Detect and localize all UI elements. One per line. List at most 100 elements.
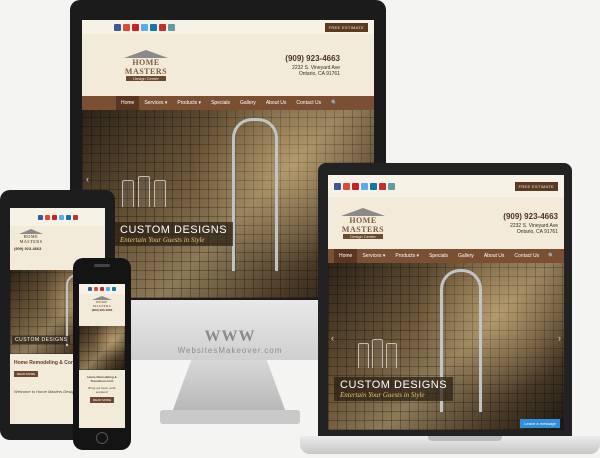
phone-number[interactable]: (909) 923-4663 [14,246,101,251]
linkedin-icon[interactable] [112,287,116,291]
imac-base [160,410,300,424]
twitter-icon[interactable] [361,182,368,190]
main-nav: Home Services ▾ Products ▾ Specials Gall… [328,249,564,263]
nav-home[interactable]: Home [334,249,358,263]
facebook-icon[interactable] [37,214,43,220]
facebook-icon[interactable] [334,182,341,190]
site-header: HOME MASTERS Design Center (909) 923-466… [328,197,564,249]
linkedin-icon[interactable] [150,23,157,31]
logo-brand: HOME MASTERS [19,234,43,244]
remodel-section: Home Remodeling & Transitions Inch Bring… [79,370,125,408]
hero-subtitle: Entertain Your Guests in Style [340,391,425,399]
wine-glass [122,180,134,207]
remodel-heading: Home Remodeling & Transitions Inch [87,375,117,383]
address-line-2: Ontario, CA 91761 [298,70,340,77]
search-icon[interactable]: 🔍 [326,96,342,110]
hero-title: CUSTOM DESIGNS [15,337,68,343]
top-bar [10,208,105,226]
logo-tagline: Design Center [343,233,383,239]
logo-brand: HOME MASTERS [92,300,111,308]
free-estimate-button[interactable]: FREE ESTIMATE [324,22,368,32]
nav-contact[interactable]: Contact Us [509,249,544,263]
social-icons [114,23,175,31]
address-line-1: 2232 S. Vineyard Ave [510,222,558,229]
slider-next-icon[interactable]: › [558,333,561,343]
hero-slider: ‹ › CUSTOM DESIGNS Entertain Your Guests… [328,263,564,430]
nav-specials[interactable]: Specials [424,249,453,263]
nav-home[interactable]: Home [116,96,140,110]
free-estimate-button[interactable]: FREE ESTIMATE [514,181,558,191]
site-logo[interactable]: HOME MASTERS Design Center [116,49,176,81]
houzz-icon[interactable] [168,23,175,31]
social-icons [334,182,395,190]
site-logo[interactable]: HOME MASTERS [14,229,48,244]
phone-screen: HOME MASTERS (909) 923-4663 Home Remodel… [79,284,125,428]
facebook-icon[interactable] [88,287,92,291]
site-header: HOME MASTERS (909) 923-4663 [79,294,125,326]
hero-slider [79,326,125,370]
nav-services[interactable]: Services ▾ [139,96,172,110]
nav-about[interactable]: About Us [261,96,292,110]
pinterest-icon[interactable] [132,23,139,31]
slider-prev-icon[interactable]: ‹ [331,333,334,343]
phone-speaker [94,264,110,267]
nav-specials[interactable]: Specials [206,96,235,110]
nav-gallery[interactable]: Gallery [235,96,261,110]
logo-tagline: Design Center [126,75,166,81]
hero-subtitle: Entertain Your Guests in Style [120,236,205,244]
wine-glass [386,343,397,368]
read-more-button[interactable]: READ MORE [14,371,39,377]
nav-products[interactable]: Products ▾ [172,96,206,110]
phone-home-button[interactable] [96,432,108,444]
phone-number[interactable]: (909) 923-4663 [285,54,340,63]
houzz-icon[interactable] [388,182,395,190]
twitter-icon[interactable] [106,287,110,291]
contact-info: (909) 923-4663 2232 S. Vineyard Ave Onta… [285,54,340,77]
address-line-2: Ontario, CA 91761 [516,228,558,235]
phone-number[interactable]: (909) 923-4663 [82,308,122,312]
watermark-logo: WWW [204,328,256,345]
nav-services[interactable]: Services ▾ [357,249,390,263]
imac-chin: WWW WebsitesMakeover.com [120,300,340,360]
pinterest-icon[interactable] [51,214,57,220]
nav-contact[interactable]: Contact Us [291,96,326,110]
laptop-notch [428,436,502,441]
pinterest-icon[interactable] [352,182,359,190]
google-plus-icon[interactable] [44,214,50,220]
logo-roof-icon [124,49,168,58]
laptop-screen: FREE ESTIMATE HOME MASTERS Design Center… [328,175,564,430]
nav-about[interactable]: About Us [479,249,510,263]
pinterest-icon[interactable] [100,287,104,291]
top-bar [79,284,125,294]
top-bar: FREE ESTIMATE [82,20,374,34]
youtube-icon[interactable] [72,214,78,220]
twitter-icon[interactable] [58,214,64,220]
facebook-icon[interactable] [114,23,121,31]
watermark-text: WebsitesMakeover.com [177,346,283,355]
search-icon[interactable]: 🔍 [544,249,558,263]
site-logo[interactable]: HOME MASTERS Design Center [334,207,392,239]
wine-glass [372,339,383,368]
linkedin-icon[interactable] [370,182,377,190]
main-nav: Home Services ▾ Products ▾ Specials Gall… [82,96,374,110]
twitter-icon[interactable] [141,23,148,31]
top-bar: FREE ESTIMATE [328,175,564,197]
linkedin-icon[interactable] [65,214,71,220]
youtube-icon[interactable] [159,23,166,31]
google-plus-icon[interactable] [343,182,350,190]
youtube-icon[interactable] [379,182,386,190]
slider-prev-icon[interactable]: ‹ [86,174,89,184]
wine-glass [138,176,150,207]
leave-message-button[interactable]: Leave a message [520,419,560,428]
read-more-button[interactable]: READ MORE [89,397,115,403]
google-plus-icon[interactable] [94,287,98,291]
social-icons [37,214,78,220]
nav-products[interactable]: Products ▾ [390,249,424,263]
nav-gallery[interactable]: Gallery [453,249,479,263]
site-logo[interactable]: HOME MASTERS [87,296,117,308]
phone-number[interactable]: (909) 923-4663 [503,212,558,221]
address-line-1: 2232 S. Vineyard Ave [292,64,340,71]
wine-glass [154,180,166,207]
logo-roof-icon [341,207,385,216]
google-plus-icon[interactable] [123,23,130,31]
